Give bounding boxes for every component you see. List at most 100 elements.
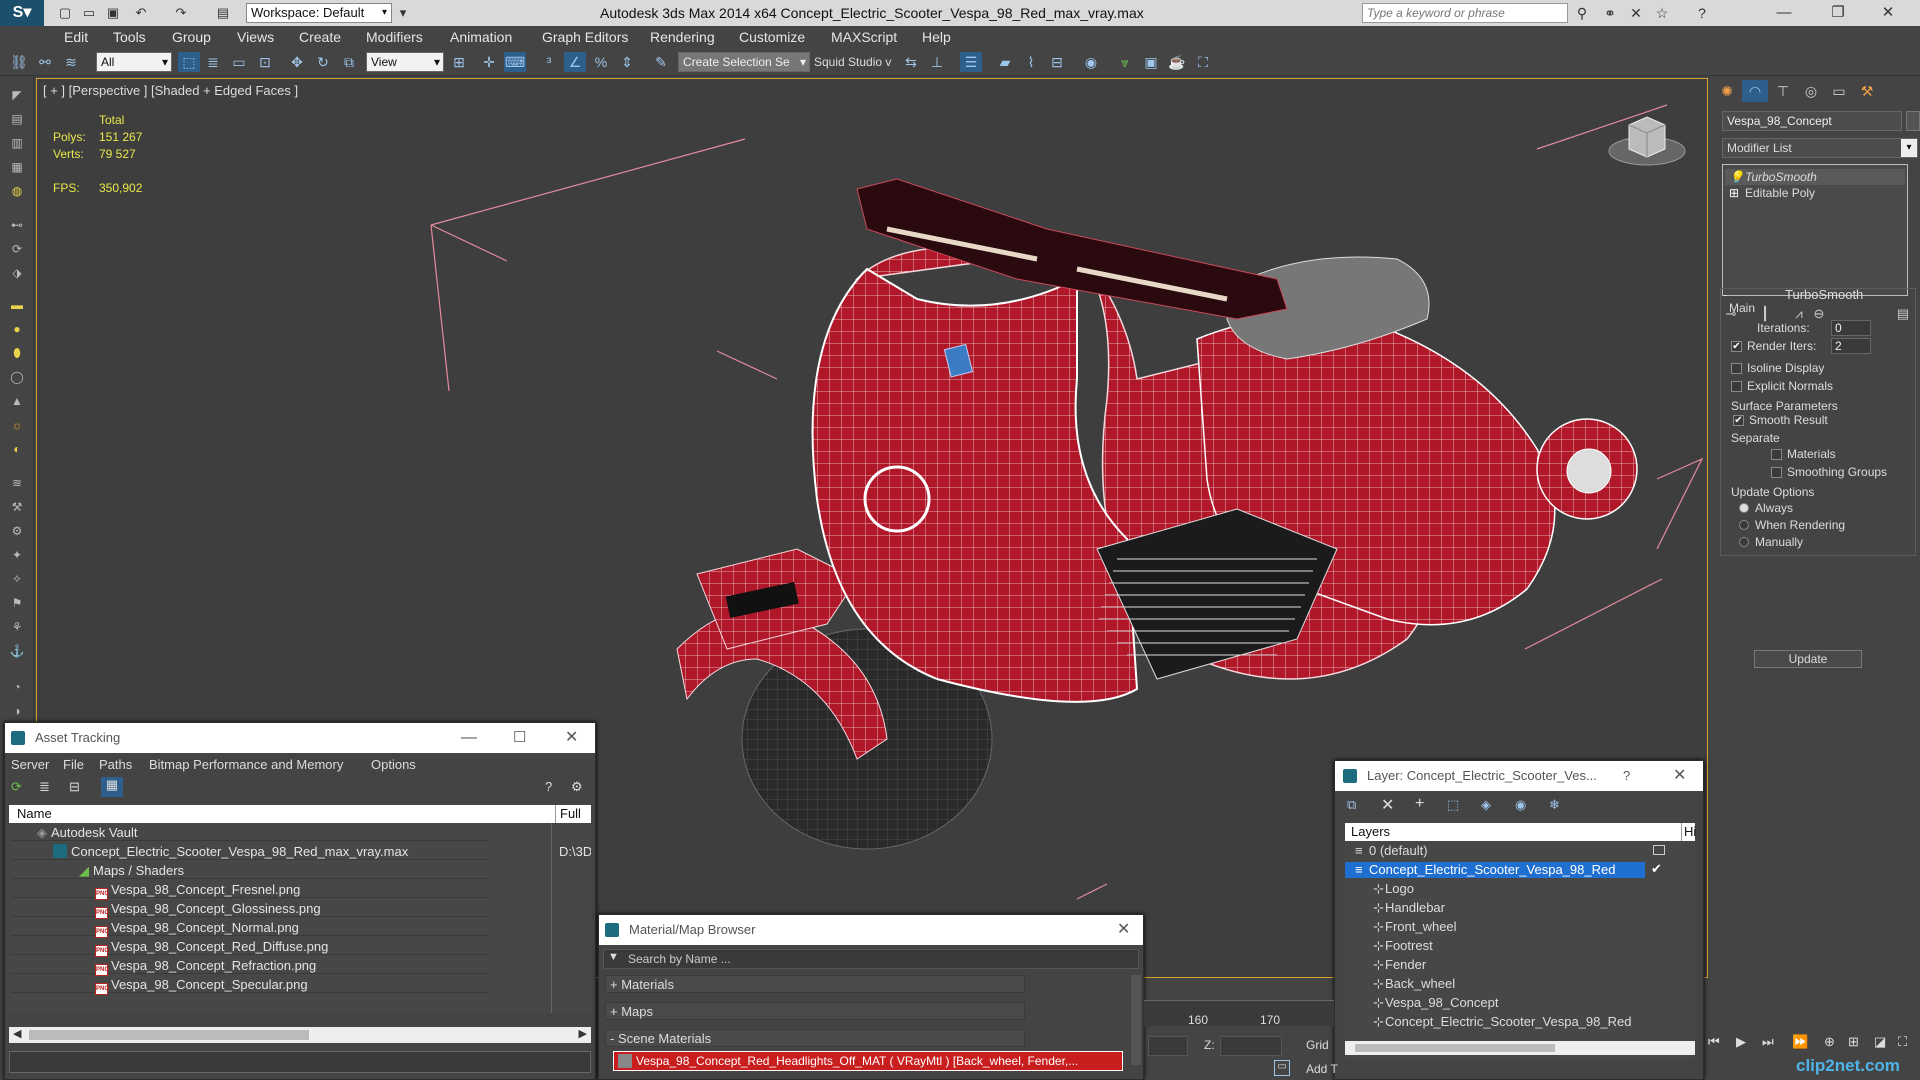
scroll-left-icon[interactable]: ◀ xyxy=(13,1027,21,1040)
menu-create[interactable]: Create xyxy=(299,26,341,48)
z-coordinate-field[interactable] xyxy=(1220,1036,1282,1056)
tool-icon-7[interactable]: ⟳ xyxy=(6,240,28,258)
tool-icon-18[interactable]: ✦ xyxy=(6,546,28,564)
save-icon[interactable]: ▣ xyxy=(104,4,122,22)
active-layer-checkmark-icon[interactable]: ✔ xyxy=(1651,861,1662,877)
motion-tab-icon[interactable]: ◎ xyxy=(1798,80,1824,102)
highlight-layer-icon[interactable]: ◈ xyxy=(1481,797,1491,813)
materials-section[interactable]: + Materials xyxy=(605,975,1025,993)
modifier-editable-poly[interactable]: ⊞ Editable Poly xyxy=(1725,185,1905,201)
tool-icon-5[interactable]: ◍ xyxy=(6,182,28,200)
help-button[interactable]: ? xyxy=(1623,761,1630,791)
rendered-frame-window-icon[interactable]: ▣ xyxy=(1140,52,1162,72)
asset-row[interactable]: ◈ Autodesk Vault xyxy=(11,825,489,841)
menu-animation[interactable]: Animation xyxy=(450,26,512,48)
tool-icon-15[interactable]: ≋ xyxy=(6,474,28,492)
utilities-tab-icon[interactable]: ⚒ xyxy=(1854,80,1880,102)
cylinder-primitive-icon[interactable]: ⬮ xyxy=(6,344,28,362)
table-view-icon[interactable]: ▦ xyxy=(101,777,123,797)
project-folder-icon[interactable]: ▤ xyxy=(214,4,232,22)
zoom-extents-icon[interactable]: ⊞ xyxy=(1848,1034,1859,1050)
search-input[interactable]: Type a keyword or phrase xyxy=(1362,3,1568,23)
geosphere-icon[interactable]: ◐ xyxy=(6,440,28,458)
modify-tab-icon[interactable]: ◠ xyxy=(1742,80,1768,102)
new-file-icon[interactable]: ▢ xyxy=(56,4,74,22)
create-tab-icon[interactable]: ✺ xyxy=(1714,80,1740,102)
binoculars-icon[interactable]: ⚲ xyxy=(1572,3,1592,23)
render-iterative-icon[interactable]: ⛶ xyxy=(1192,52,1214,72)
asset-row[interactable]: ◢ Maps / Shaders xyxy=(11,863,489,879)
display-tab-icon[interactable]: ▭ xyxy=(1826,80,1852,102)
unlink-icon[interactable]: ⚯ xyxy=(34,52,56,72)
menu-maxscript[interactable]: MAXScript xyxy=(831,26,897,48)
layer-object-handlebar[interactable]: ⊹ Handlebar xyxy=(1345,900,1623,916)
menu-group[interactable]: Group xyxy=(172,26,211,48)
angle-snap-icon[interactable]: ∠ xyxy=(564,52,586,72)
link-icon[interactable]: ⛓ xyxy=(8,52,30,72)
tool-icon-6[interactable]: ⊷ xyxy=(6,216,28,234)
tool-icon-24[interactable]: ◑ xyxy=(6,702,28,720)
layer-hide-toggle[interactable] xyxy=(1653,845,1665,855)
snaps-toggle-icon[interactable]: ³ xyxy=(538,52,560,72)
tool-icon-1[interactable]: ◤ xyxy=(6,86,28,104)
tool-icon-21[interactable]: ⚘ xyxy=(6,618,28,636)
object-name-field[interactable]: Vespa_98_Concept xyxy=(1722,111,1902,131)
window-crossing-icon[interactable]: ⊡ xyxy=(254,52,276,72)
iterations-spinner[interactable]: 0 xyxy=(1831,320,1871,336)
tool-icon-8[interactable]: ⬗ xyxy=(6,264,28,282)
column-hide[interactable]: Hi xyxy=(1681,823,1696,841)
named-selection-dropdown[interactable]: Create Selection Se ▾ xyxy=(678,52,810,72)
next-frame-icon[interactable]: ⏭ xyxy=(1762,1034,1774,1050)
reference-coordinate-dropdown[interactable]: View ▾ xyxy=(366,52,444,72)
selection-filter-dropdown[interactable]: All ▾ xyxy=(96,52,172,72)
layer-object-front-wheel[interactable]: ⊹ Front_wheel xyxy=(1345,919,1623,935)
tool-icon-17[interactable]: ⚙ xyxy=(6,522,28,540)
render-iters-spinner[interactable]: 2 xyxy=(1831,338,1871,354)
add-time-tag-icon[interactable]: ▭ xyxy=(1274,1060,1290,1076)
scroll-right-icon[interactable]: ▶ xyxy=(579,1027,587,1040)
rectangular-selection-icon[interactable]: ▭ xyxy=(228,52,250,72)
tool-icon-22[interactable]: ⚓ xyxy=(6,642,28,660)
asset-row[interactable]: PNG Vespa_98_Concept_Glossiness.png xyxy=(11,901,489,919)
add-time-tag-label[interactable]: Add T xyxy=(1306,1062,1338,1076)
layer-manager-icon[interactable]: ☰ xyxy=(960,52,982,72)
open-file-icon[interactable]: ▭ xyxy=(80,4,98,22)
asset-row[interactable]: PNG Vespa_98_Concept_Fresnel.png xyxy=(11,882,489,900)
minimize-button[interactable]: — xyxy=(461,723,477,753)
hide-all-icon[interactable]: ◉ xyxy=(1515,797,1526,813)
layer-row-default[interactable]: ≡ 0 (default) xyxy=(1345,843,1665,859)
smooth-result-checkbox[interactable]: ✔ xyxy=(1733,415,1744,426)
menu-tools[interactable]: Tools xyxy=(113,26,146,48)
search-options-chevron-icon[interactable]: ▼ xyxy=(608,951,619,963)
layer-object-vespa-concept[interactable]: ⊹ Vespa_98_Concept xyxy=(1345,995,1623,1011)
menu-rendering[interactable]: Rendering xyxy=(650,26,715,48)
close-button[interactable]: ✕ xyxy=(1117,915,1130,945)
scene-materials-section[interactable]: - Scene Materials xyxy=(605,1029,1025,1047)
layer-horizontal-scrollbar[interactable] xyxy=(1345,1041,1695,1055)
modifier-turbosmooth[interactable]: 💡 TurboSmooth xyxy=(1725,169,1905,185)
move-icon[interactable]: ✥ xyxy=(286,52,308,72)
asset-row[interactable]: PNG Vespa_98_Concept_Specular.png xyxy=(11,977,489,995)
sphere-primitive-icon[interactable]: ● xyxy=(6,320,28,338)
create-layer-icon[interactable]: ⧉ xyxy=(1347,797,1356,813)
cone-primitive-icon[interactable]: ▲ xyxy=(6,392,28,410)
layer-row-concept-scooter[interactable]: ≡ Concept_Electric_Scooter_Vespa_98_Red xyxy=(1345,862,1645,878)
tool-icon-2[interactable]: ▤ xyxy=(6,110,28,128)
material-search-input[interactable]: Search by Name ... xyxy=(628,952,731,966)
align-icon[interactable]: ⊥ xyxy=(926,52,948,72)
chevron-down-icon[interactable]: ▾ xyxy=(394,4,412,22)
smoothing-groups-checkbox[interactable] xyxy=(1771,467,1782,478)
go-to-start-icon[interactable]: ⏮ xyxy=(1708,1034,1720,1050)
layer-scroll-thumb[interactable] xyxy=(1355,1044,1555,1052)
horizontal-scrollbar[interactable]: ◀ ▶ xyxy=(9,1027,591,1043)
schematic-view-icon[interactable]: ⊟ xyxy=(1046,52,1068,72)
menu-paths[interactable]: Paths xyxy=(99,757,132,772)
close-button[interactable]: ✕ xyxy=(1868,0,1908,26)
menu-options[interactable]: Options xyxy=(371,757,416,772)
column-layers[interactable]: Layers xyxy=(1351,823,1390,841)
freeze-all-icon[interactable]: ❄ xyxy=(1549,797,1560,813)
layer-object-concept-scooter[interactable]: ⊹ Concept_Electric_Scooter_Vespa_98_Red xyxy=(1345,1014,1631,1030)
hierarchy-tab-icon[interactable]: ⊤ xyxy=(1770,80,1796,102)
menu-graph-editors[interactable]: Graph Editors xyxy=(542,26,628,48)
asset-row[interactable]: Concept_Electric_Scooter_Vespa_98_Red_ma… xyxy=(11,844,591,860)
